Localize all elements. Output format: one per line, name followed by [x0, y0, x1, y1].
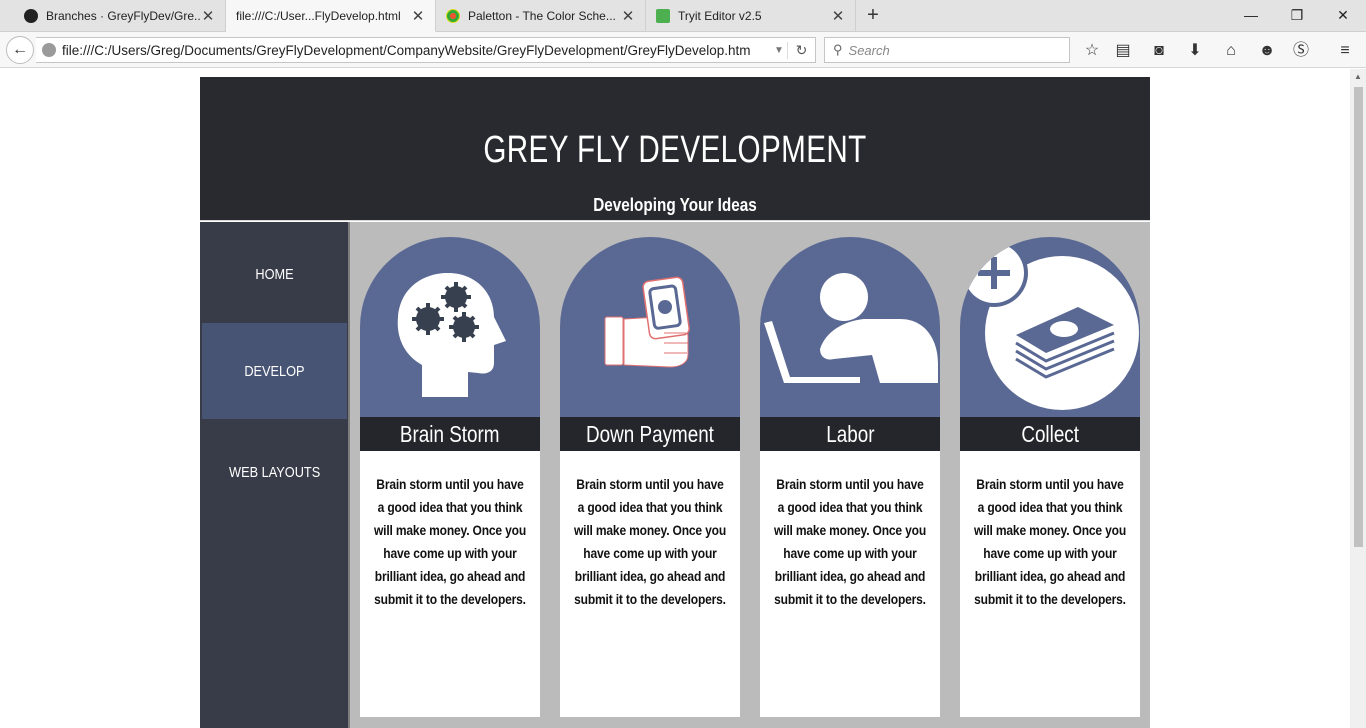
search-input[interactable]: ⚲ Search	[824, 37, 1070, 63]
card-image	[560, 237, 740, 417]
card-image	[360, 237, 540, 417]
card-title: Brain Storm	[360, 417, 540, 451]
search-icon: ⚲	[833, 42, 843, 57]
tab-active-file[interactable]: file:///C:/User...FlyDevelop.html ✕	[226, 0, 436, 32]
card-collect: Collect Brain storm until you have a goo…	[960, 237, 1140, 717]
minimize-icon[interactable]: —	[1228, 0, 1274, 32]
tab-github[interactable]: Branches · GreyFlyDev/Gre... ✕	[14, 0, 226, 32]
tab-label: Tryit Editor v2.5	[678, 9, 762, 23]
close-icon[interactable]: ✕	[201, 7, 215, 25]
side-navigation: HOME DEVELOP WEB LAYOUTS	[200, 222, 348, 728]
money-stack-icon	[960, 239, 1139, 410]
card-image	[960, 237, 1140, 417]
navigation-toolbar: ← file:///C:/Users/Greg/Documents/GreyFl…	[0, 32, 1366, 68]
card-down-payment: Down Payment Brain storm until you have …	[560, 237, 740, 717]
tab-label: Branches · GreyFlyDev/Gre...	[46, 9, 201, 23]
tab-label: file:///C:/User...FlyDevelop.html	[236, 8, 401, 23]
window-close-icon[interactable]: ✕	[1320, 0, 1366, 32]
content-area: Brain Storm Brain storm until you have a…	[348, 222, 1150, 728]
home-icon[interactable]: ⌂	[1220, 40, 1242, 62]
bookmark-star-icon[interactable]: ☆	[1081, 40, 1103, 62]
nav-develop[interactable]: DEVELOP	[202, 323, 347, 419]
new-tab-button[interactable]: +	[862, 4, 884, 26]
tab-tryit[interactable]: Tryit Editor v2.5 ✕	[646, 0, 856, 32]
tab-paletton[interactable]: Paletton - The Color Sche... ✕	[436, 0, 646, 32]
url-text[interactable]: file:///C:/Users/Greg/Documents/GreyFlyD…	[62, 43, 771, 58]
nav-home[interactable]: HOME	[202, 226, 347, 322]
reload-icon[interactable]: ↻	[787, 41, 815, 59]
card-labor: Labor Brain storm until you have a good …	[760, 237, 940, 717]
tab-bar: Branches · GreyFlyDev/Gre... ✕ file:///C…	[0, 0, 1366, 32]
page-info-icon[interactable]	[42, 43, 56, 57]
close-icon[interactable]: ✕	[831, 7, 845, 25]
card-title: Collect	[960, 417, 1140, 451]
card-text: Brain storm until you have a good idea t…	[560, 451, 740, 717]
w3schools-icon	[656, 9, 670, 23]
site-subtitle: Developing Your Ideas	[593, 195, 757, 215]
reading-list-icon[interactable]: ▤	[1112, 40, 1134, 62]
cash-hand-icon	[604, 276, 690, 368]
restore-icon[interactable]: ❐	[1274, 0, 1320, 32]
menu-icon[interactable]: ≡	[1334, 40, 1356, 62]
tab-label: Paletton - The Color Sche...	[468, 9, 616, 23]
laptop-worker-icon	[764, 273, 938, 383]
url-dropdown-icon[interactable]: ▼	[771, 45, 787, 56]
back-button[interactable]: ←	[6, 36, 34, 64]
site-title: GREY FLY DEVELOPMENT	[483, 129, 867, 171]
card-title: Labor	[760, 417, 940, 451]
sync-icon[interactable]: Ⓢ	[1290, 40, 1312, 62]
hello-icon[interactable]: ☻	[1256, 40, 1278, 62]
close-icon[interactable]: ✕	[621, 7, 635, 25]
address-bar[interactable]: file:///C:/Users/Greg/Documents/GreyFlyD…	[36, 37, 816, 63]
scrollbar-thumb[interactable]	[1354, 87, 1363, 547]
site-container: GREY FLY DEVELOPMENT Developing Your Ide…	[200, 77, 1150, 728]
card-image	[760, 237, 940, 417]
card-text: Brain storm until you have a good idea t…	[760, 451, 940, 717]
page-viewport: GREY FLY DEVELOPMENT Developing Your Ide…	[0, 69, 1350, 728]
downloads-icon[interactable]: ⬇	[1184, 40, 1206, 62]
paletton-icon	[446, 9, 460, 23]
pocket-icon[interactable]: ◙	[1148, 40, 1170, 62]
search-placeholder: Search	[848, 42, 890, 58]
card-title: Down Payment	[560, 417, 740, 451]
close-icon[interactable]: ✕	[411, 7, 425, 25]
vertical-scrollbar[interactable]: ▲	[1350, 69, 1366, 728]
scroll-up-icon[interactable]: ▲	[1350, 69, 1366, 85]
card-text: Brain storm until you have a good idea t…	[960, 451, 1140, 717]
github-icon	[24, 9, 38, 23]
card-brain-storm: Brain Storm Brain storm until you have a…	[360, 237, 540, 717]
site-header: GREY FLY DEVELOPMENT Developing Your Ide…	[200, 77, 1150, 221]
nav-web-layouts[interactable]: WEB LAYOUTS	[202, 424, 347, 520]
brainstorm-head-icon	[397, 273, 506, 397]
card-text: Brain storm until you have a good idea t…	[360, 451, 540, 717]
